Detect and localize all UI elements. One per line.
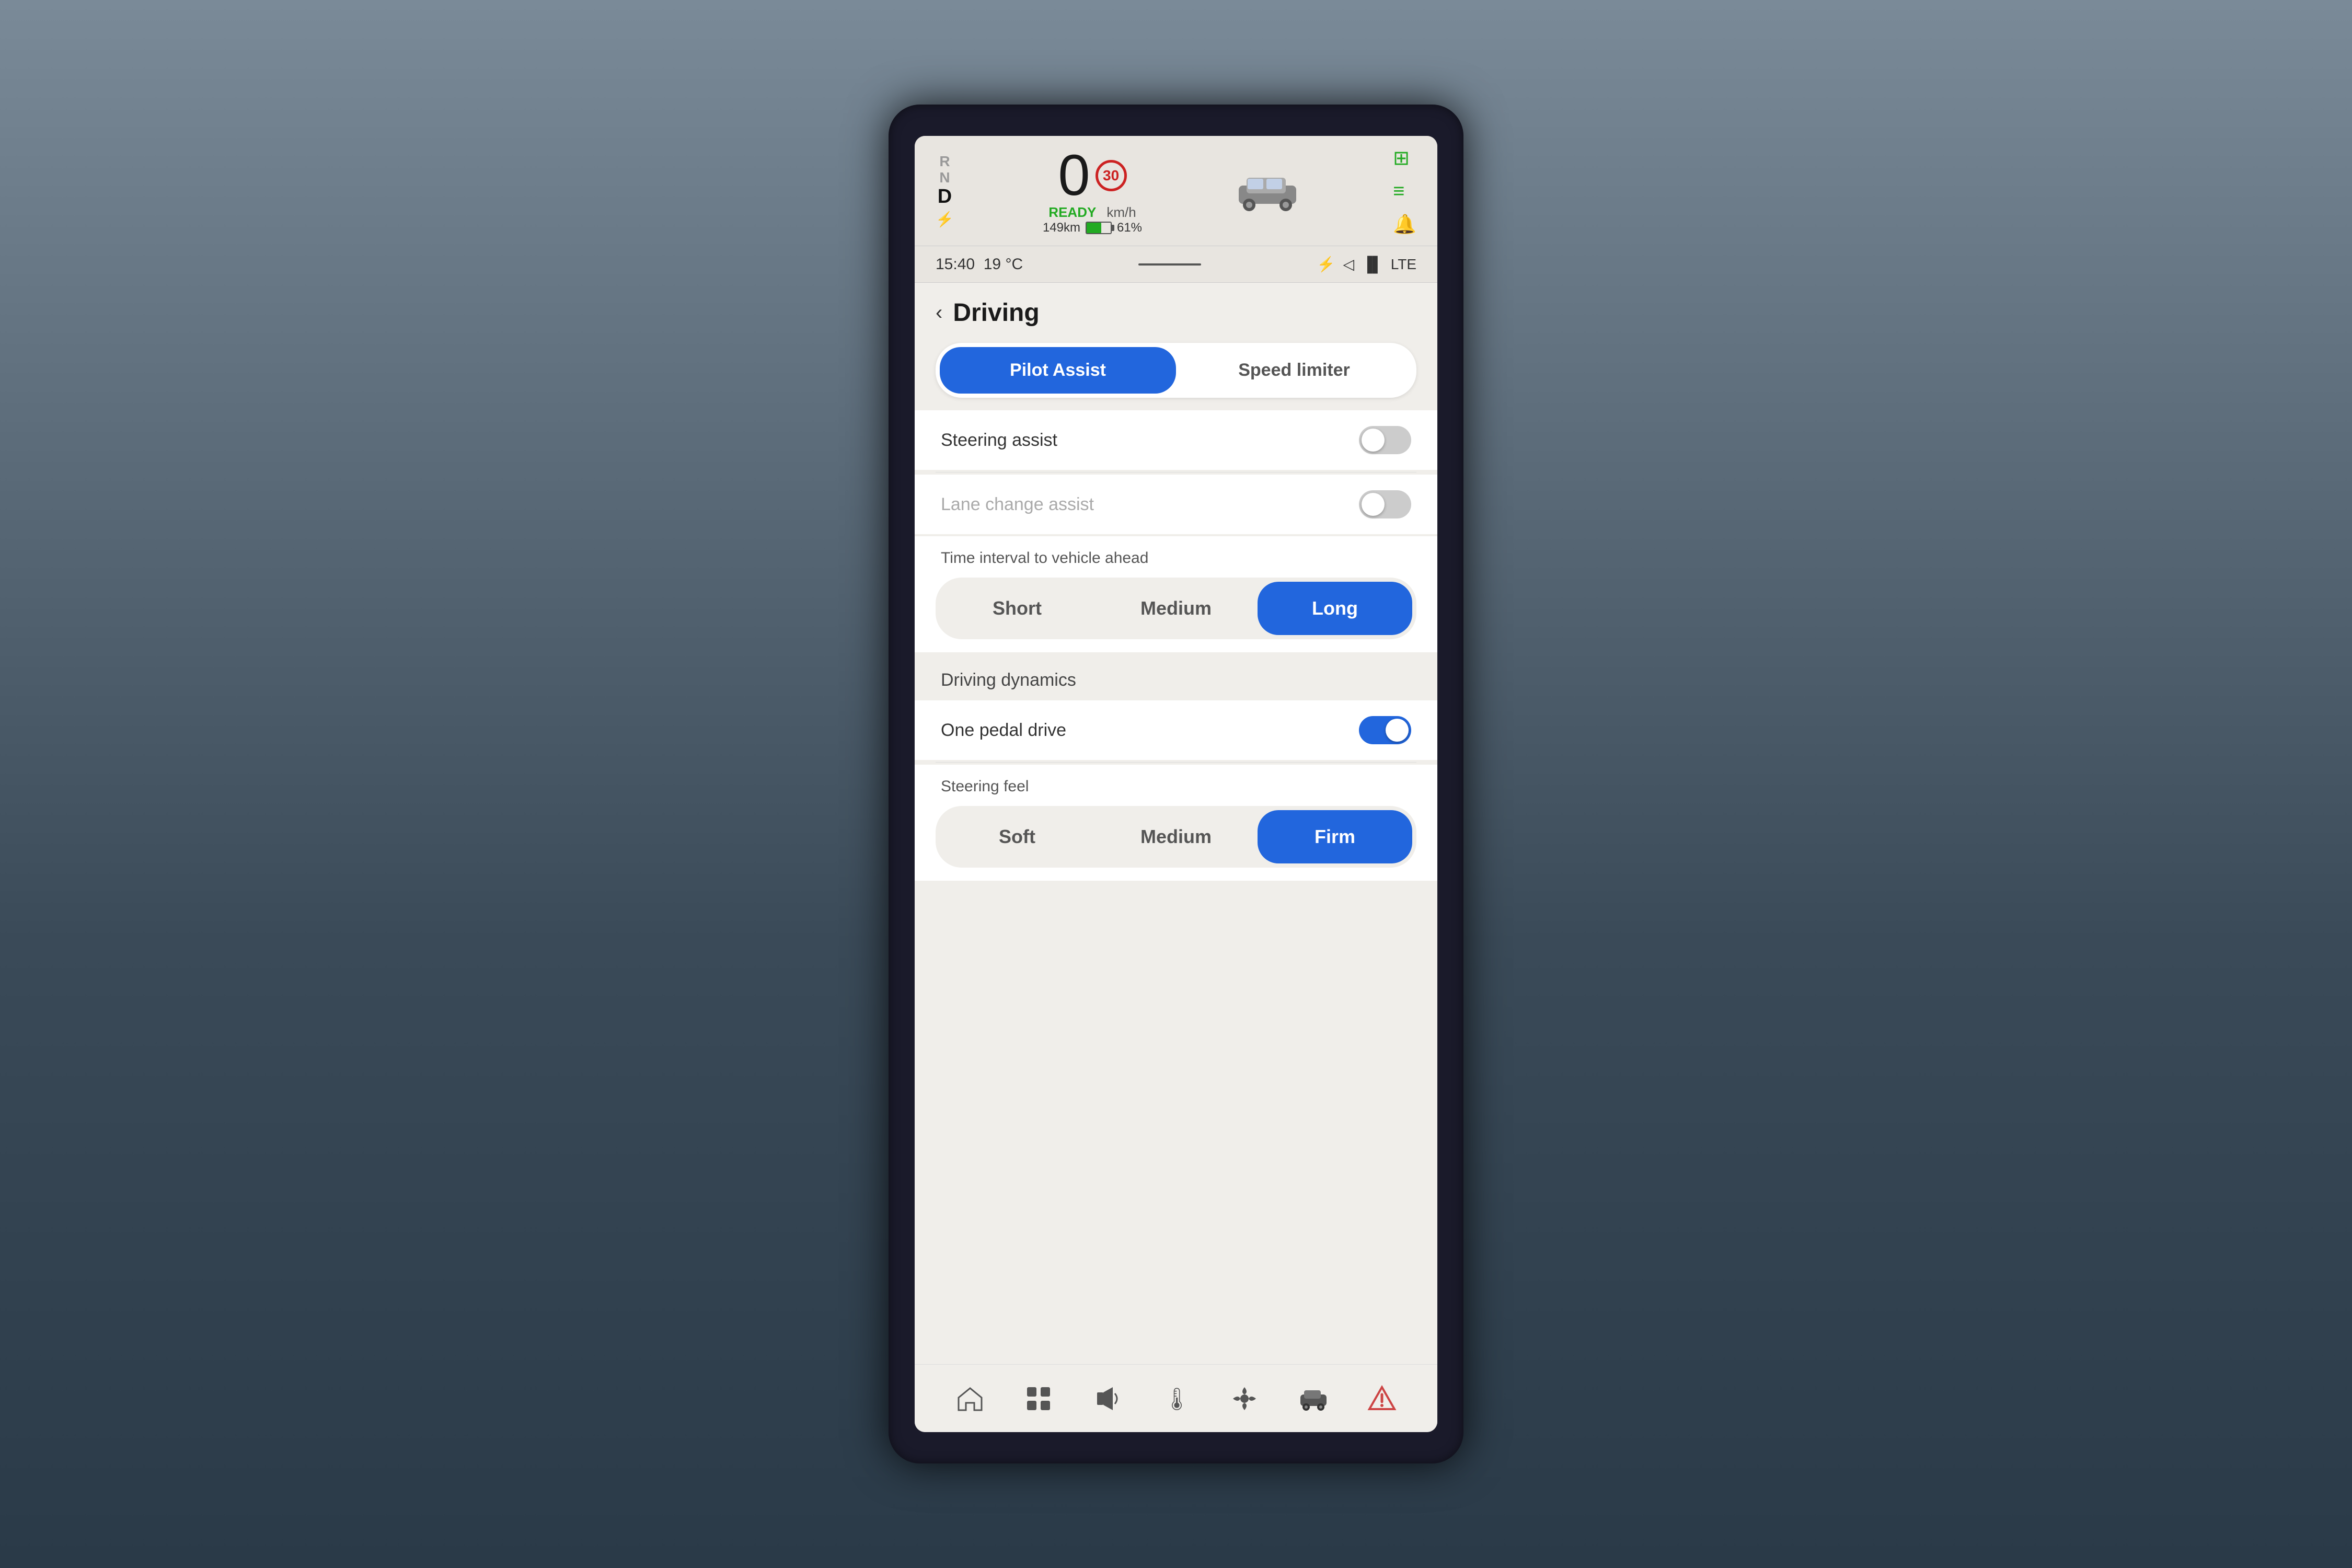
bottom-nav-bar: 🌡 [915,1364,1437,1432]
nav-alerts[interactable] [1356,1378,1408,1420]
warning-triangle-icon [1366,1383,1398,1414]
home-icon [954,1383,986,1414]
time-long-button[interactable]: Long [1258,582,1412,635]
car-header: R N D ⚡ 0 30 READY km/h [915,136,1437,246]
nav-fan[interactable] [1218,1378,1271,1420]
grid-icon [1023,1383,1054,1414]
nav-apps[interactable] [1012,1378,1065,1420]
gear-display: R N D [938,154,952,207]
tab-container: Pilot Assist Speed limiter [936,343,1416,398]
one-pedal-drive-label: One pedal drive [941,720,1066,741]
battery-info: 149km 61% [1043,221,1142,235]
tab-pilot-assist[interactable]: Pilot Assist [940,347,1176,394]
steering-assist-label: Steering assist [941,430,1057,451]
lane-change-assist-row: Lane change assist [915,475,1437,534]
time-temperature: 15:40 19 °C [936,256,1023,273]
speed-value: 0 [1058,147,1090,204]
wifi-icon: ◁ [1343,256,1354,273]
speed-limit-badge: 30 [1096,160,1127,191]
time-medium-button[interactable]: Medium [1099,582,1253,635]
steering-soft-button[interactable]: Soft [940,810,1094,863]
steering-assist-row: Steering assist [915,410,1437,470]
nav-home[interactable] [944,1378,996,1420]
climate-icon: 🌡 [1160,1383,1192,1414]
car-settings-icon [1298,1383,1329,1414]
connectivity-icons: ⚡ ◁ ▐▌ LTE [1317,256,1416,273]
driving-dynamics-label: Driving dynamics [915,654,1437,698]
steering-medium-button[interactable]: Medium [1099,810,1253,863]
lane-change-assist-toggle[interactable] [1359,490,1411,518]
beam-icon: ≡ [1393,180,1416,203]
ev-lightning-icon: ⚡ [936,211,954,228]
speed-display: 0 30 READY km/h 149km 61% [1043,147,1142,235]
nav-bar: ‹ Driving [915,283,1437,338]
steering-firm-button[interactable]: Firm [1258,810,1412,863]
time-interval-container: Time interval to vehicle ahead Short Med… [915,536,1437,652]
header-icons-right: ⊞ ≡ 🔔 [1393,146,1416,235]
nav-climate[interactable]: 🌡 [1150,1378,1202,1420]
headlight-icon: ⊞ [1393,146,1416,170]
bottom-spacer [915,883,1437,904]
page-title: Driving [953,298,1039,327]
back-button[interactable]: ‹ [936,301,942,325]
svg-text:🌡: 🌡 [1163,1387,1191,1411]
gear-n: N [939,170,950,186]
nav-media[interactable] [1081,1378,1134,1420]
fan-icon [1229,1383,1260,1414]
steering-assist-toggle[interactable] [1359,426,1411,454]
gear-r: R [939,154,950,170]
speaker-icon [1092,1383,1123,1414]
tablet-screen: R N D ⚡ 0 30 READY km/h [915,136,1437,1432]
one-pedal-drive-toggle[interactable] [1359,716,1411,744]
divider-2 [936,762,1416,763]
signal-bars-icon: ▐▌ [1362,256,1383,273]
network-label: LTE [1391,256,1416,273]
lane-change-assist-label: Lane change assist [941,494,1094,515]
one-pedal-drive-row: One pedal drive [915,700,1437,760]
tablet-device: R N D ⚡ 0 30 READY km/h [889,105,1463,1463]
system-bar: 15:40 19 °C ⚡ ◁ ▐▌ LTE [915,246,1437,283]
car-icon-area [1231,165,1304,217]
gear-d: D [938,186,952,208]
speed-unit: km/h [1106,204,1136,221]
ready-status: READY [1048,204,1096,221]
time-short-button[interactable]: Short [940,582,1094,635]
nav-car-settings[interactable] [1287,1378,1340,1420]
steering-feel-container: Steering feel Soft Medium Firm [915,765,1437,881]
steering-feel-options: Soft Medium Firm [936,806,1416,868]
main-content: ‹ Driving Pilot Assist Speed limiter Ste… [915,283,1437,1364]
tab-row: Pilot Assist Speed limiter [915,338,1437,408]
tab-speed-limiter[interactable]: Speed limiter [1176,347,1412,394]
bluetooth-icon: ⚡ [1317,256,1335,273]
time-interval-label: Time interval to vehicle ahead [936,549,1416,567]
time-interval-options: Short Medium Long [936,578,1416,639]
warning-icon: 🔔 [1393,213,1416,235]
steering-feel-label: Steering feel [936,778,1416,795]
car-icon [1231,165,1304,217]
